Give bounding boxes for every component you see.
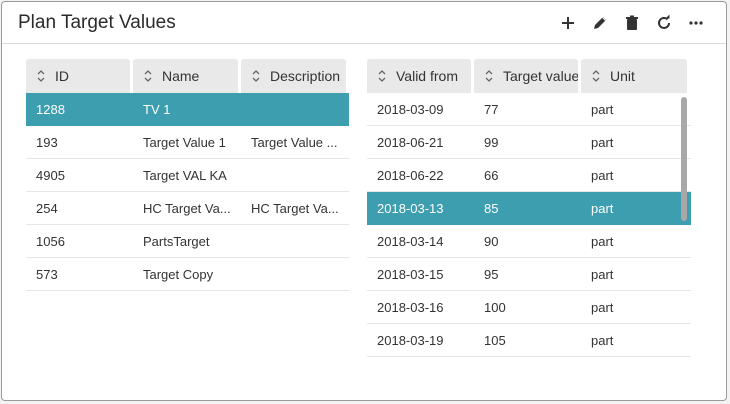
trash-icon bbox=[626, 15, 638, 30]
table-row[interactable]: 1056 PartsTarget bbox=[26, 225, 349, 258]
cell-name: Target VAL KA bbox=[143, 167, 227, 183]
cell-id: 193 bbox=[36, 134, 58, 150]
cell-target-value: 95 bbox=[484, 266, 499, 282]
cell-name: HC Target Va... bbox=[143, 200, 231, 216]
column-header-id[interactable]: ID bbox=[26, 59, 130, 93]
cell-unit: part bbox=[591, 200, 614, 216]
sort-icon bbox=[378, 70, 386, 82]
cell-name: Target Value 1 bbox=[143, 134, 226, 150]
cell-name: TV 1 bbox=[143, 101, 171, 117]
cell-valid-from: 2018-06-22 bbox=[377, 167, 444, 183]
cell-id: 1288 bbox=[36, 101, 65, 117]
cell-valid-from: 2018-03-13 bbox=[377, 200, 444, 216]
column-label: Unit bbox=[610, 68, 635, 84]
cell-valid-from: 2018-03-09 bbox=[377, 101, 444, 117]
sort-icon bbox=[485, 70, 493, 82]
table-row[interactable]: 2018-03-19 105 part bbox=[367, 324, 691, 357]
table-row[interactable]: 1288 TV 1 bbox=[26, 93, 349, 126]
cell-target-value: 99 bbox=[484, 134, 499, 150]
table-row[interactable]: 2018-03-15 95 part bbox=[367, 258, 691, 291]
cell-valid-from: 2018-03-15 bbox=[377, 266, 444, 282]
table-row[interactable]: 2018-03-13 85 part bbox=[367, 192, 691, 225]
cell-id: 254 bbox=[36, 200, 58, 216]
cell-target-value: 66 bbox=[484, 167, 499, 183]
sort-icon bbox=[252, 70, 260, 82]
cell-description: HC Target Va... bbox=[251, 200, 339, 216]
refresh-button[interactable] bbox=[648, 10, 680, 36]
sort-icon bbox=[592, 70, 600, 82]
cell-id: 1056 bbox=[36, 233, 65, 249]
table-header: Valid from Target value Unit bbox=[367, 59, 691, 93]
cell-target-value: 90 bbox=[484, 233, 499, 249]
table-row[interactable]: 254 HC Target Va... HC Target Va... bbox=[26, 192, 349, 225]
cell-valid-from: 2018-03-19 bbox=[377, 332, 444, 348]
target-values-table: Valid from Target value Unit 2018-03-09 7… bbox=[367, 59, 691, 363]
column-header-valid-from[interactable]: Valid from bbox=[367, 59, 471, 93]
table-row[interactable]: 573 Target Copy bbox=[26, 258, 349, 291]
toolbar bbox=[552, 10, 712, 36]
cell-target-value: 85 bbox=[484, 200, 499, 216]
table-header: ID Name Description bbox=[26, 59, 349, 93]
plan-target-values-panel: Plan Target Values ID Name Description 1… bbox=[1, 1, 727, 401]
cell-id: 573 bbox=[36, 266, 58, 282]
cell-unit: part bbox=[591, 332, 614, 348]
cell-unit: part bbox=[591, 233, 614, 249]
add-button[interactable] bbox=[552, 10, 584, 36]
table-row[interactable]: 2018-03-16 100 part bbox=[367, 291, 691, 324]
cell-unit: part bbox=[591, 101, 614, 117]
cell-valid-from: 2018-03-14 bbox=[377, 233, 444, 249]
table-row[interactable]: 2018-06-21 99 part bbox=[367, 126, 691, 159]
plan-targets-table: ID Name Description 1288 TV 1 193 Target Va… bbox=[26, 59, 349, 291]
column-label: Target value bbox=[503, 68, 578, 84]
refresh-icon bbox=[658, 14, 670, 29]
table-row[interactable]: 193 Target Value 1 Target Value ... bbox=[26, 126, 349, 159]
column-header-description[interactable]: Description bbox=[241, 59, 346, 93]
cell-valid-from: 2018-03-16 bbox=[377, 299, 444, 315]
cell-target-value: 105 bbox=[484, 332, 506, 348]
cell-description: Target Value ... bbox=[251, 134, 338, 150]
cell-name: PartsTarget bbox=[143, 233, 210, 249]
column-label: Valid from bbox=[396, 68, 458, 84]
scrollbar-thumb[interactable] bbox=[681, 97, 687, 221]
table-row[interactable]: 4905 Target VAL KA bbox=[26, 159, 349, 192]
sort-icon bbox=[37, 70, 45, 82]
panel-header: Plan Target Values bbox=[2, 2, 726, 44]
plus-icon bbox=[562, 17, 574, 29]
column-header-unit[interactable]: Unit bbox=[581, 59, 687, 93]
cell-target-value: 77 bbox=[484, 101, 499, 117]
panel-title: Plan Target Values bbox=[18, 12, 176, 33]
column-label: ID bbox=[55, 68, 69, 84]
delete-button[interactable] bbox=[616, 10, 648, 36]
cell-unit: part bbox=[591, 266, 614, 282]
cell-id: 4905 bbox=[36, 167, 65, 183]
table-body: 2018-03-09 77 part 2018-06-21 99 part 2018-06-… bbox=[367, 93, 691, 357]
cell-unit: part bbox=[591, 134, 614, 150]
cell-name: Target Copy bbox=[143, 266, 214, 282]
table-row[interactable]: 2018-03-14 90 part bbox=[367, 225, 691, 258]
column-header-target-value[interactable]: Target value bbox=[474, 59, 578, 93]
table-body: 1288 TV 1 193 Target Value 1 Target Value ..… bbox=[26, 93, 349, 291]
cell-unit: part bbox=[591, 167, 614, 183]
edit-button[interactable] bbox=[584, 10, 616, 36]
cell-valid-from: 2018-06-21 bbox=[377, 134, 444, 150]
cell-unit: part bbox=[591, 299, 614, 315]
pencil-icon bbox=[594, 17, 606, 29]
table-row[interactable]: 2018-03-09 77 part bbox=[367, 93, 691, 126]
sort-icon bbox=[144, 70, 152, 82]
column-header-name[interactable]: Name bbox=[133, 59, 238, 93]
more-icon bbox=[689, 21, 703, 25]
column-label: Name bbox=[162, 68, 200, 84]
more-button[interactable] bbox=[680, 10, 712, 36]
column-label: Description bbox=[270, 68, 341, 84]
cell-target-value: 100 bbox=[484, 299, 506, 315]
table-row[interactable]: 2018-06-22 66 part bbox=[367, 159, 691, 192]
